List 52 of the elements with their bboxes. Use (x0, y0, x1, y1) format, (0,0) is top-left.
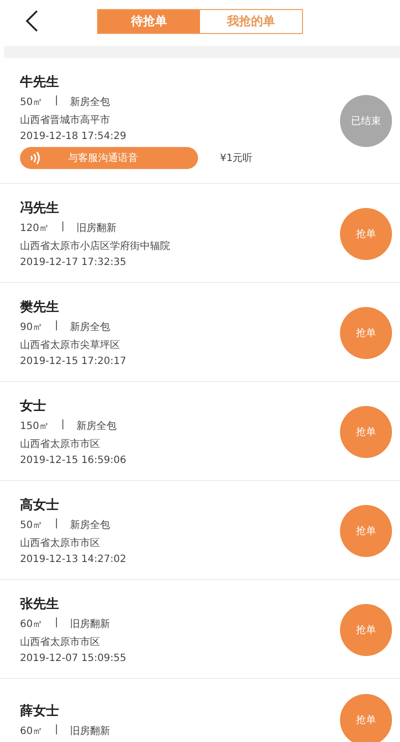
area-text: 120㎡ (20, 222, 50, 235)
customer-name: 女士 (20, 398, 47, 415)
separator-text: | (54, 724, 58, 737)
time-text: 2019-12-18 17:54:29 (20, 131, 128, 142)
grab-order-button[interactable]: 抢单 (340, 208, 392, 260)
area-text: 60㎡ (20, 618, 43, 631)
customer-name: 张先生 (20, 596, 60, 613)
separator-text: | (61, 221, 64, 234)
separator-text: | (54, 617, 58, 630)
grab-order-button[interactable]: 抢单 (340, 694, 392, 742)
address-text: 山西省太原市尖草坪区 (20, 338, 121, 352)
time-text: 2019-12-07 15:09:55 (20, 653, 126, 664)
price-text: ¥1元听 (220, 152, 253, 165)
renovation-type: 旧房翻新 (70, 724, 110, 738)
grab-order-button[interactable]: 抢单 (340, 306, 392, 358)
time-text: 2019-12-17 17:32:35 (20, 257, 128, 268)
grab-order-button[interactable]: 抢单 (340, 504, 392, 556)
address-text: 山西省晋城市高平市 (20, 114, 111, 127)
ended-button[interactable]: 已结束 (340, 95, 392, 147)
time-text: 2019-12-15 17:20:17 (20, 356, 126, 367)
area-text: 60㎡ (20, 725, 43, 738)
separator-text: | (61, 419, 64, 432)
renovation-type: 新房全包 (76, 420, 116, 433)
renovation-type: 新房全包 (70, 518, 110, 532)
area-text: 90㎡ (20, 321, 43, 334)
grab-order-button[interactable]: 抢单 (340, 604, 392, 656)
area-text: 50㎡ (20, 96, 43, 109)
time-text: 2019-12-15 16:59:06 (20, 455, 126, 466)
address-text: 山西省太原市市区 (20, 636, 101, 649)
address-text: 山西省太原市市区 (20, 438, 101, 451)
address-text: 山西省太原市小店区学府街中辐院 (20, 240, 170, 253)
separator-text: | (54, 518, 58, 531)
tab[interactable]: 待抢单 (98, 10, 200, 32)
renovation-type: 新房全包 (70, 320, 110, 334)
renovation-type: 新房全包 (70, 96, 110, 109)
customer-name: 樊先生 (20, 299, 60, 316)
separator-text: | (54, 95, 58, 108)
back-icon[interactable] (24, 10, 40, 32)
renovation-type: 旧房翻新 (76, 222, 116, 235)
area-text: 150㎡ (20, 420, 50, 433)
separator-text: | (54, 320, 58, 333)
grab-order-button[interactable]: 抢单 (340, 406, 392, 458)
customer-name: 冯先生 (20, 200, 60, 217)
voice-button[interactable]: 与客服沟通语音 (20, 147, 198, 169)
customer-name: 牛先生 (20, 74, 60, 91)
sound-wave-icon (30, 151, 40, 165)
customer-name: 高女士 (20, 496, 60, 514)
customer-name: 薛女士 (20, 703, 60, 720)
renovation-type: 旧房翻新 (70, 618, 110, 631)
area-text: 50㎡ (20, 519, 43, 532)
time-text: 2019-12-13 14:27:02 (20, 554, 126, 565)
address-text: 山西省太原市市区 (20, 536, 101, 550)
